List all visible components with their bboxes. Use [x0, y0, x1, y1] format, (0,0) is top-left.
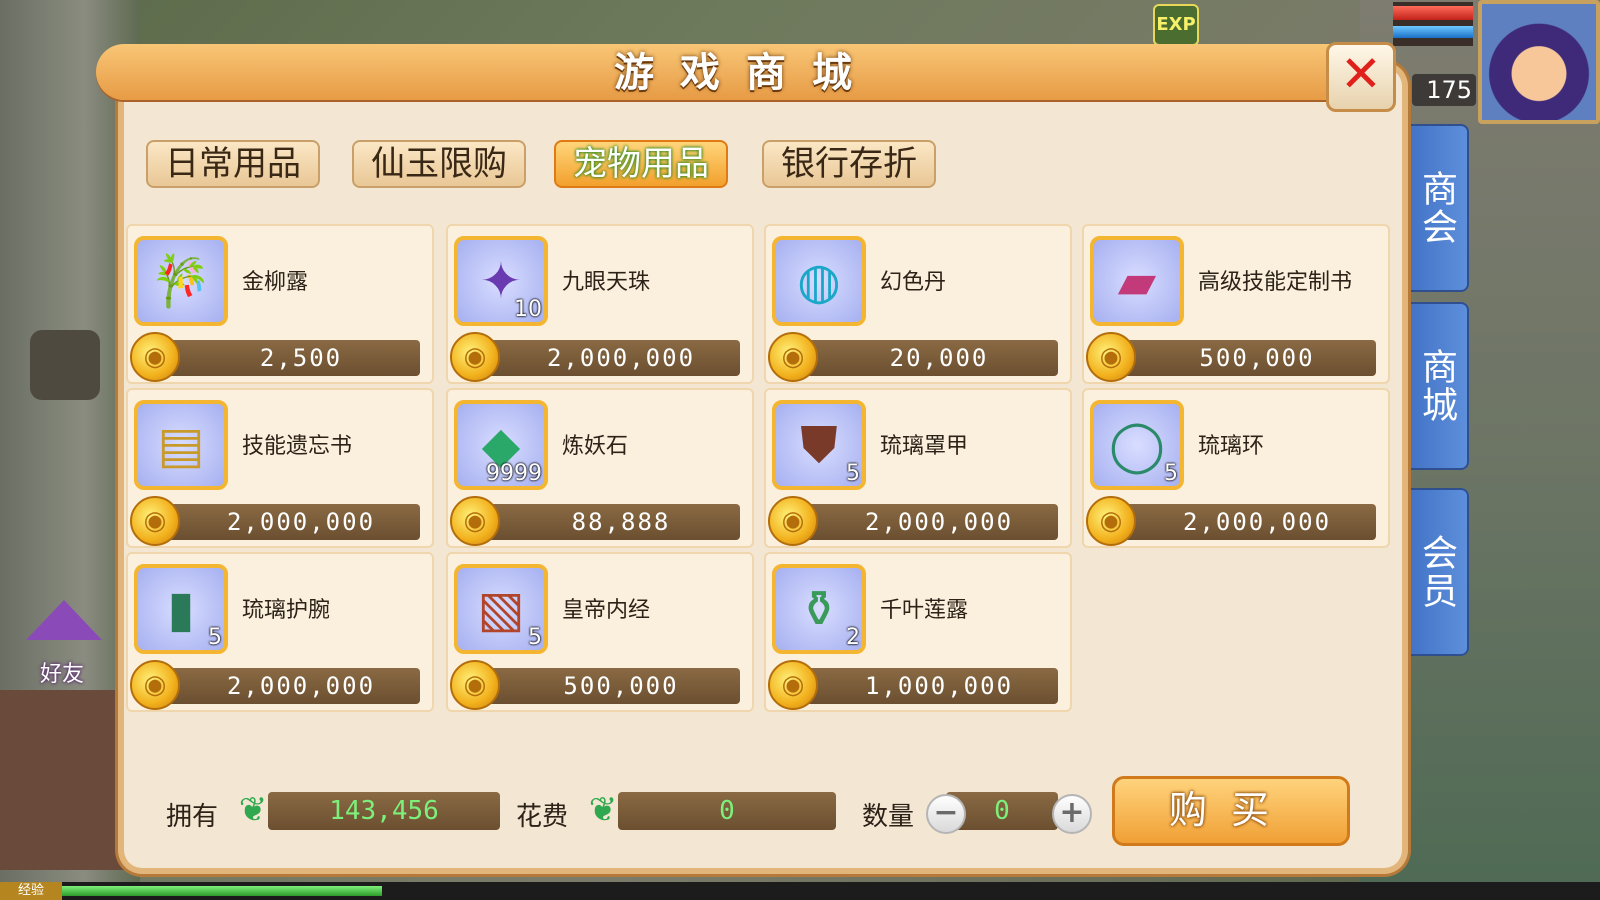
- coin-icon: ◉: [450, 332, 500, 382]
- exp-label: 经验: [0, 882, 62, 900]
- shop-item[interactable]: ▰ 高级技能定制书 500,000 ◉: [1082, 224, 1390, 384]
- player-level: 175: [1412, 74, 1476, 106]
- coin-icon: ◉: [130, 332, 180, 382]
- item-name: 幻色丹: [880, 270, 947, 295]
- tab-daily-goods[interactable]: 日常用品: [146, 140, 320, 188]
- hp-bar: [1393, 6, 1473, 20]
- coin-icon: ◉: [768, 496, 818, 546]
- coin-icon: ◉: [450, 496, 500, 546]
- item-price: 2,500: [152, 340, 420, 376]
- coin-icon: ◉: [130, 496, 180, 546]
- pink-book-icon: ▰: [1090, 236, 1184, 326]
- item-name: 炼妖石: [562, 434, 629, 459]
- item-price: 2,000,000: [1108, 504, 1376, 540]
- side-tab-guild-shop[interactable]: 商会: [1403, 124, 1469, 292]
- tab-jade-limited[interactable]: 仙玉限购: [352, 140, 526, 188]
- coin-icon: ◉: [450, 660, 500, 710]
- shop-item[interactable]: ⛊ 5 琉璃罩甲 2,000,000 ◉: [764, 388, 1072, 548]
- item-name: 琉璃环: [1198, 434, 1265, 459]
- friend-button[interactable]: 好友: [20, 600, 104, 690]
- hp-mp-bars: [1393, 2, 1473, 46]
- minus-icon[interactable]: −: [926, 794, 966, 834]
- owned-label: 拥有: [166, 802, 219, 832]
- lotus-vase-icon: ⚱ 2: [772, 564, 866, 654]
- buy-button[interactable]: 购买: [1112, 776, 1350, 846]
- straw-hat-icon: [26, 600, 102, 640]
- background-jar: [30, 330, 100, 400]
- item-name: 皇帝内经: [562, 598, 651, 623]
- purple-bead-icon: ✦ 10: [454, 236, 548, 326]
- item-name: 金柳露: [242, 270, 309, 295]
- shop-item[interactable]: ◆ 9999 炼妖石 88,888 ◉: [446, 388, 754, 548]
- side-tab-member[interactable]: 会员: [1403, 488, 1469, 656]
- item-name: 千叶莲露: [880, 598, 969, 623]
- scroll-icon: ▧ 5: [454, 564, 548, 654]
- coin-icon: ◉: [768, 332, 818, 382]
- jade-currency-icon: ❦: [588, 790, 618, 830]
- item-price: 500,000: [1108, 340, 1376, 376]
- item-price: 20,000: [790, 340, 1058, 376]
- side-tab-mall[interactable]: 商城: [1403, 302, 1469, 470]
- cost-label: 花费: [516, 802, 569, 832]
- item-name: 琉璃护腕: [242, 598, 331, 623]
- item-price: 2,000,000: [472, 340, 740, 376]
- item-price: 2,000,000: [152, 504, 420, 540]
- yellow-book-icon: ▤: [134, 400, 228, 490]
- shop-item[interactable]: ⚱ 2 千叶莲露 1,000,000 ◉: [764, 552, 1072, 712]
- tab-pet-goods[interactable]: 宠物用品: [554, 140, 728, 188]
- friend-label: 好友: [39, 662, 84, 687]
- cyan-orb-icon: ◍: [772, 236, 866, 326]
- shop-item[interactable]: ◯ 5 琉璃环 2,000,000 ◉: [1082, 388, 1390, 548]
- close-icon[interactable]: ✕: [1326, 42, 1396, 112]
- item-name: 琉璃罩甲: [880, 434, 969, 459]
- exp-progress-fill: [62, 886, 382, 896]
- item-name: 技能遗忘书: [242, 434, 353, 459]
- player-avatar[interactable]: [1478, 0, 1600, 124]
- coin-icon: ◉: [768, 660, 818, 710]
- green-crystal-icon: ◆ 9999: [454, 400, 548, 490]
- item-price: 2,000,000: [152, 668, 420, 704]
- exp-progress-bar: 经验: [0, 882, 1600, 900]
- panel-header: 游戏商城: [96, 44, 1396, 100]
- panel-title: 游戏商城: [614, 50, 878, 96]
- bracer-icon: ▮ 5: [134, 564, 228, 654]
- armor-icon: ⛊ 5: [772, 400, 866, 490]
- owned-value: 143,456: [268, 792, 500, 830]
- shop-item[interactable]: ✦ 10 九眼天珠 2,000,000 ◉: [446, 224, 754, 384]
- shop-item[interactable]: 🎋 金柳露 2,500 ◉: [126, 224, 434, 384]
- shop-item[interactable]: ◍ 幻色丹 20,000 ◉: [764, 224, 1072, 384]
- item-price: 88,888: [472, 504, 740, 540]
- mp-bar: [1393, 26, 1473, 38]
- background-house: [0, 690, 130, 870]
- item-price: 2,000,000: [790, 504, 1058, 540]
- quantity-label: 数量: [862, 802, 915, 832]
- shop-item[interactable]: ▧ 5 皇帝内经 500,000 ◉: [446, 552, 754, 712]
- jade-ring-icon: ◯ 5: [1090, 400, 1184, 490]
- item-name: 高级技能定制书: [1198, 270, 1353, 295]
- cost-value: 0: [618, 792, 836, 830]
- tab-bank-passbook[interactable]: 银行存折: [762, 140, 936, 188]
- coin-icon: ◉: [130, 660, 180, 710]
- coin-icon: ◉: [1086, 332, 1136, 382]
- coin-icon: ◉: [1086, 496, 1136, 546]
- shop-item[interactable]: ▮ 5 琉璃护腕 2,000,000 ◉: [126, 552, 434, 712]
- item-price: 1,000,000: [790, 668, 1058, 704]
- item-name: 九眼天珠: [562, 270, 651, 295]
- item-price: 500,000: [472, 668, 740, 704]
- exp-badge-icon[interactable]: EXP: [1153, 4, 1199, 46]
- plus-icon[interactable]: +: [1052, 794, 1092, 834]
- jade-currency-icon: ❦: [238, 790, 268, 830]
- bamboo-vase-icon: 🎋: [134, 236, 228, 326]
- shop-item[interactable]: ▤ 技能遗忘书 2,000,000 ◉: [126, 388, 434, 548]
